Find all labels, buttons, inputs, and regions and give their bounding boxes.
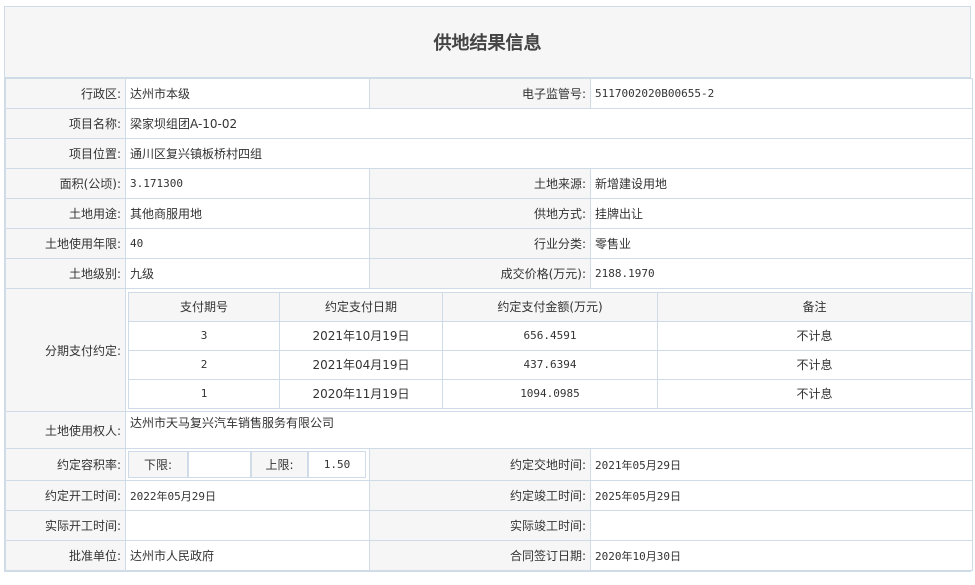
installment-header: 支付期号 xyxy=(128,291,280,322)
land-source-value: 新增建设用地 xyxy=(590,168,973,199)
installment-table: 支付期号 约定支付日期 约定支付金额(万元) 备注 3 2021年10月19日 … xyxy=(128,291,972,409)
supply-method-value: 挂牌出让 xyxy=(590,198,973,229)
actual-start-value xyxy=(125,510,370,541)
e-supervision-no-label: 电子监管号: xyxy=(369,78,591,109)
installment-cell: 支付期号 约定支付日期 约定支付金额(万元) 备注 3 2021年10月19日 … xyxy=(125,288,973,412)
table-row: 土地级别: 九级 成交价格(万元): 2188.1970 xyxy=(5,258,973,289)
far-label: 约定容积率: xyxy=(5,448,126,481)
actual-completion-label: 实际竣工时间: xyxy=(369,510,591,541)
deal-price-label: 成交价格(万元): xyxy=(369,258,591,289)
use-years-label: 土地使用年限: xyxy=(5,228,126,259)
project-name-label: 项目名称: xyxy=(5,108,126,139)
project-location-value: 通川区复兴镇板桥村四组 xyxy=(125,138,973,169)
area-label: 面积(公顷): xyxy=(5,168,126,199)
table-row: 土地用途: 其他商服用地 供地方式: 挂牌出让 xyxy=(5,198,973,229)
approval-unit-value: 达州市人民政府 xyxy=(125,540,370,571)
installment-note: 不计息 xyxy=(657,349,972,380)
deal-price-value: 2188.1970 xyxy=(590,258,973,289)
land-grade-label: 土地级别: xyxy=(5,258,126,289)
installment-header: 备注 xyxy=(657,291,972,322)
installment-row: 3 2021年10月19日 656.4591 不计息 xyxy=(128,320,972,351)
info-table: 行政区: 达州市本级 电子监管号: 5117002020B00655-2 项目名… xyxy=(5,78,973,571)
land-source-label: 土地来源: xyxy=(369,168,591,199)
contract-date-value: 2020年10月30日 xyxy=(590,540,973,571)
use-years-value: 40 xyxy=(125,228,370,259)
land-use-value: 其他商服用地 xyxy=(125,198,370,229)
agreed-start-label: 约定开工时间: xyxy=(5,480,126,511)
land-user-label: 土地使用权人: xyxy=(5,411,126,449)
agreed-start-value: 2022年05月29日 xyxy=(125,480,370,511)
land-grade-value: 九级 xyxy=(125,258,370,289)
installment-header: 约定支付金额(万元) xyxy=(442,291,658,322)
land-user-value: 达州市天马复兴汽车销售服务有限公司 xyxy=(125,411,973,449)
table-row: 项目名称: 梁家坝组团A-10-02 xyxy=(5,108,973,139)
far-upper-value: 1.50 xyxy=(308,451,366,478)
area-value: 3.171300 xyxy=(125,168,370,199)
table-row: 批准单位: 达州市人民政府 合同签订日期: 2020年10月30日 xyxy=(5,540,973,571)
installment-row: 1 2020年11月19日 1094.0985 不计息 xyxy=(128,378,972,409)
table-row: 面积(公顷): 3.171300 土地来源: 新增建设用地 xyxy=(5,168,973,199)
installment-note: 不计息 xyxy=(657,320,972,351)
agreed-delivery-label: 约定交地时间: xyxy=(369,448,591,481)
table-row: 土地使用年限: 40 行业分类: 零售业 xyxy=(5,228,973,259)
approval-unit-label: 批准单位: xyxy=(5,540,126,571)
e-supervision-no-value: 5117002020B00655-2 xyxy=(590,78,973,109)
contract-date-label: 合同签订日期: xyxy=(369,540,591,571)
land-supply-result-panel: 供地结果信息 行政区: 达州市本级 电子监管号: 5117002020B0065… xyxy=(4,6,973,572)
installment-row: 2 2021年04月19日 437.6394 不计息 xyxy=(128,349,972,380)
installment-no: 1 xyxy=(128,378,280,409)
land-use-label: 土地用途: xyxy=(5,198,126,229)
admin-region-value: 达州市本级 xyxy=(125,78,370,109)
supply-method-label: 供地方式: xyxy=(369,198,591,229)
admin-region-label: 行政区: xyxy=(5,78,126,109)
far-upper-label: 上限: xyxy=(251,451,308,478)
agreed-delivery-value: 2021年05月29日 xyxy=(590,448,973,481)
industry-label: 行业分类: xyxy=(369,228,591,259)
far-cell: 下限: 上限: 1.50 xyxy=(125,448,370,481)
agreed-completion-value: 2025年05月29日 xyxy=(590,480,973,511)
installment-date: 2021年04月19日 xyxy=(279,349,443,380)
agreed-completion-label: 约定竣工时间: xyxy=(369,480,591,511)
installment-amount: 437.6394 xyxy=(442,349,658,380)
installment-note: 不计息 xyxy=(657,378,972,409)
project-location-label: 项目位置: xyxy=(5,138,126,169)
project-name-value: 梁家坝组团A-10-02 xyxy=(125,108,973,139)
far-range: 下限: 上限: 1.50 xyxy=(128,451,367,478)
industry-value: 零售业 xyxy=(590,228,973,259)
actual-start-label: 实际开工时间: xyxy=(5,510,126,541)
installment-date: 2021年10月19日 xyxy=(279,320,443,351)
installment-date: 2020年11月19日 xyxy=(279,378,443,409)
table-row: 约定开工时间: 2022年05月29日 约定竣工时间: 2025年05月29日 xyxy=(5,480,973,511)
far-lower-value xyxy=(188,451,251,478)
installment-label: 分期支付约定: xyxy=(5,288,126,412)
table-row: 分期支付约定: 支付期号 约定支付日期 约定支付金额(万元) 备注 3 2021… xyxy=(5,288,973,412)
installment-header: 约定支付日期 xyxy=(279,291,443,322)
table-row: 约定容积率: 下限: 上限: 1.50 约定交地时间: 2021年05月29日 xyxy=(5,448,973,481)
table-row: 实际开工时间: 实际竣工时间: xyxy=(5,510,973,541)
table-row: 行政区: 达州市本级 电子监管号: 5117002020B00655-2 xyxy=(5,78,973,109)
installment-amount: 1094.0985 xyxy=(442,378,658,409)
installment-header-row: 支付期号 约定支付日期 约定支付金额(万元) 备注 xyxy=(128,291,972,322)
installment-amount: 656.4591 xyxy=(442,320,658,351)
actual-completion-value xyxy=(590,510,973,541)
installment-no: 2 xyxy=(128,349,280,380)
table-row: 土地使用权人: 达州市天马复兴汽车销售服务有限公司 xyxy=(5,411,973,449)
installment-no: 3 xyxy=(128,320,280,351)
table-row: 项目位置: 通川区复兴镇板桥村四组 xyxy=(5,138,973,169)
page-title: 供地结果信息 xyxy=(5,7,970,78)
far-lower-label: 下限: xyxy=(128,451,188,478)
